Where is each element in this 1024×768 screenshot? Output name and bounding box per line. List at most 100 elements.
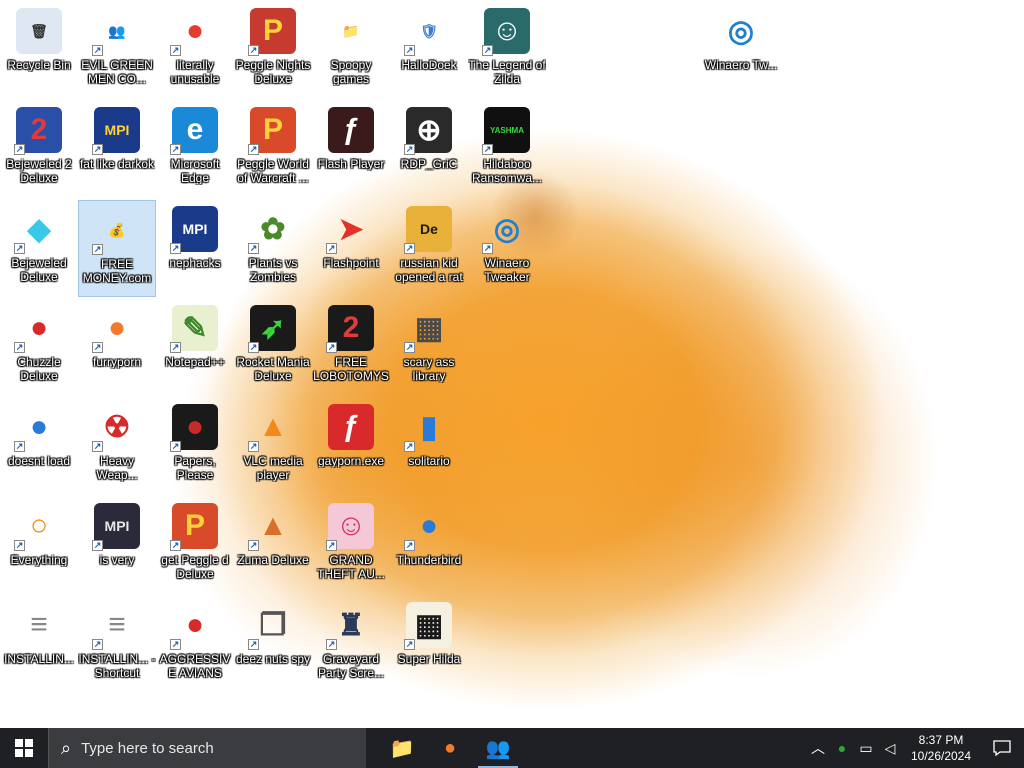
desktop-icon[interactable]: De ↗ russian kid opened a rat	[390, 200, 468, 297]
desktop-icon[interactable]: 2 ↗ FREE LOBOTOMYS	[312, 299, 390, 396]
desktop-icon-label: Bejeweled Deluxe	[11, 256, 67, 284]
desktop-icon-label: Peggle World of Warcraft ...	[237, 157, 309, 185]
desktop-icon[interactable]: ➤ ↗ Flashpoint	[312, 200, 390, 297]
winaero-setup-icon: ◎	[727, 14, 755, 48]
desktop-icon[interactable]: 🗑 Recycle Bin	[0, 2, 78, 99]
peggle-nights-icon: P ↗	[248, 8, 296, 56]
tray-green-men-icon[interactable]: ●	[830, 740, 854, 756]
desktop-icon[interactable]: ✿ ↗ Plants vs Zombies	[234, 200, 312, 297]
desktop-icon[interactable]: ƒ gayporn.exe	[312, 398, 390, 495]
desktop-icon[interactable]: 👥 ↗ EVIL GREEN MEN CO...	[78, 2, 156, 99]
desktop-icon[interactable]: ○ ↗ Everything	[0, 497, 78, 594]
desktop-icon[interactable]: ● ↗ Thunderbird	[390, 497, 468, 594]
desktop-icon-label: russian kid opened a rat	[395, 256, 463, 284]
shortcut-arrow-icon: ↗	[170, 639, 181, 650]
desktop-icon[interactable]: e ↗ Microsoft Edge	[156, 101, 234, 198]
shortcut-arrow-icon: ↗	[248, 441, 259, 452]
vlc-icon: ▲ ↗	[248, 410, 288, 452]
radiation-icon: ☢ ↗	[92, 410, 131, 452]
shortcut-arrow-icon: ↗	[14, 342, 25, 353]
money-bag-icon: 💰 ↗	[92, 221, 126, 255]
desktop-icon[interactable]: P ↗ Peggle World of Warcraft ...	[234, 101, 312, 198]
shortcut-arrow-icon: ↗	[482, 144, 493, 155]
desktop-icon[interactable]: ☢ ↗ Heavy Weap...	[78, 398, 156, 495]
thunderbird-icon: ● ↗	[14, 410, 49, 452]
desktop-icon[interactable]: 📁 Spoopy games	[312, 2, 390, 99]
desktop-icon-label: FREE LOBOTOMYS	[313, 355, 389, 383]
desktop-icon[interactable]: ◎ Winaero Tw...	[702, 2, 780, 99]
mpi-shield-icon: MPI ↗	[92, 503, 140, 551]
desktop-icon[interactable]: ◆ ↗ Bejeweled Deluxe	[0, 200, 78, 297]
desktop-icon[interactable]: ● ↗ doesnt load	[0, 398, 78, 495]
desktop-icon[interactable]: P ↗ get Peggle d Deluxe	[156, 497, 234, 594]
desktop-icon[interactable]: ≡ INSTALLIN...	[0, 596, 78, 693]
desktop-icon[interactable]: MPI ↗ is very	[78, 497, 156, 594]
window-stack-icon: ❐ ↗	[248, 608, 287, 650]
shortcut-arrow-icon: ↗	[404, 540, 415, 551]
desktop-icon[interactable]: ◎ ↗ Winaero Tweaker	[468, 200, 546, 297]
shortcut-arrow-icon: ↗	[92, 639, 103, 650]
desktop-icon[interactable]: ● ↗ Papers, Please	[156, 398, 234, 495]
desktop-icon-label: Graveyard Party Scre...	[317, 652, 385, 680]
desktop-icon[interactable]: ▮ ↗ solitario	[390, 398, 468, 495]
shortcut-arrow-icon: ↗	[248, 144, 259, 155]
de-icon: De ↗	[404, 206, 452, 254]
desktop-icon[interactable]: ƒ Flash Player	[312, 101, 390, 198]
desktop-icon[interactable]: ● ↗ Chuzzle Deluxe	[0, 299, 78, 396]
desktop-icon-label: scary ass library	[403, 355, 455, 383]
solitaire-icon: ▮ ↗	[404, 410, 438, 452]
taskbar-app-file-explorer[interactable]: 📁	[378, 728, 426, 768]
taskbar-app-firefox[interactable]: ●	[426, 728, 474, 768]
network-icon[interactable]: ▭	[854, 740, 878, 757]
mpi-icon: MPI ↗	[92, 107, 140, 155]
desktop-icon[interactable]: ▦ ↗ Super Hilda	[390, 596, 468, 693]
taskbar-search-box[interactable]: ⌕ Type here to search	[48, 728, 366, 768]
taskbar-app-green-men[interactable]: 👥	[474, 728, 522, 768]
desktop-icon[interactable]: MPI ↗ fat like darkok	[78, 101, 156, 198]
shortcut-arrow-icon: ↗	[92, 144, 103, 155]
desktop-icon[interactable]: ▦ ↗ scary ass library	[390, 299, 468, 396]
desktop-icon[interactable]: P ↗ Peggle Nights Deluxe	[234, 2, 312, 99]
desktop-icon[interactable]: 🛡 ↗ HalloDoek	[390, 2, 468, 99]
desktop-icon-label: nephacks	[169, 256, 221, 270]
desktop-icon[interactable]: ● ↗ literally unusable	[156, 2, 234, 99]
search-placeholder: Type here to search	[81, 739, 214, 757]
shortcut-arrow-icon: ↗	[326, 243, 337, 254]
desktop[interactable]: 🗑 Recycle Bin 2 ↗ Bejeweled 2 Deluxe ◆ ↗ Bejewe…	[0, 0, 1024, 728]
desktop-icon-label: deez nuts spy	[235, 652, 311, 666]
desktop-icon-label: Winaero Tweaker	[484, 256, 530, 284]
taskbar-clock[interactable]: 8:37 PM 10/26/2024	[902, 732, 980, 764]
desktop-icon[interactable]: ❐ ↗ deez nuts spy	[234, 596, 312, 693]
desktop-icon-label: VLC media player	[243, 454, 303, 482]
desktop-icon[interactable]: ▲ ↗ Zuma Deluxe	[234, 497, 312, 594]
notepadpp-icon: ✎ ↗	[170, 305, 218, 353]
desktop-icon-label: GRAND THEFT AU...	[317, 553, 385, 581]
shortcut-arrow-icon: ↗	[404, 144, 415, 155]
notifications-button[interactable]	[980, 728, 1024, 768]
desktop-icon[interactable]: ➶ ↗ Rocket Mania Deluxe	[234, 299, 312, 396]
desktop-icon[interactable]: ⊕ ↗ RDP_GriC	[390, 101, 468, 198]
volume-icon[interactable]: ◁	[878, 740, 902, 757]
flashpoint-icon: ➤ ↗	[326, 212, 364, 254]
papers-icon: ● ↗	[170, 404, 218, 452]
desktop-icon[interactable]: ≡ ↗ INSTALLIN... - Shortcut	[78, 596, 156, 693]
show-hidden-icons-chevron-icon[interactable]: ︿	[806, 738, 830, 758]
shortcut-arrow-icon: ↗	[170, 144, 181, 155]
shortcut-arrow-icon: ↗	[404, 45, 415, 56]
desktop-icon[interactable]: ▲ ↗ VLC media player	[234, 398, 312, 495]
desktop-icon[interactable]: ☺ ↗ GRAND THEFT AU...	[312, 497, 390, 594]
desktop-icon[interactable]: ☺ ↗ The Legend of Zilda	[468, 2, 546, 99]
desktop-icon-label: Flashpoint	[323, 256, 379, 270]
desktop-icon[interactable]: ♜ ↗ Graveyard Party Scre...	[312, 596, 390, 693]
desktop-icon[interactable]: ✎ ↗ Notepad++	[156, 299, 234, 396]
system-tray: ︿ ● ▭ ◁ 8:37 PM 10/26/2024	[806, 728, 1024, 768]
desktop-icon[interactable]: 2 ↗ Bejeweled 2 Deluxe	[0, 101, 78, 198]
desktop-icon[interactable]: ● ↗ furryporn	[78, 299, 156, 396]
start-button[interactable]	[0, 728, 48, 768]
desktop-icon-label: Chuzzle Deluxe	[17, 355, 61, 383]
desktop-icon[interactable]: YASHMA ↗ Hildaboo Ransomwa...	[468, 101, 546, 198]
desktop-icon[interactable]: MPI ↗ nephacks	[156, 200, 234, 297]
desktop-icon[interactable]: 💰 ↗ FREE MONEY.com	[78, 200, 156, 297]
desktop-icon[interactable]: ● ↗ AGGRESSIVE AVIANS	[156, 596, 234, 693]
desktop-icon-label: Zuma Deluxe	[237, 553, 309, 567]
